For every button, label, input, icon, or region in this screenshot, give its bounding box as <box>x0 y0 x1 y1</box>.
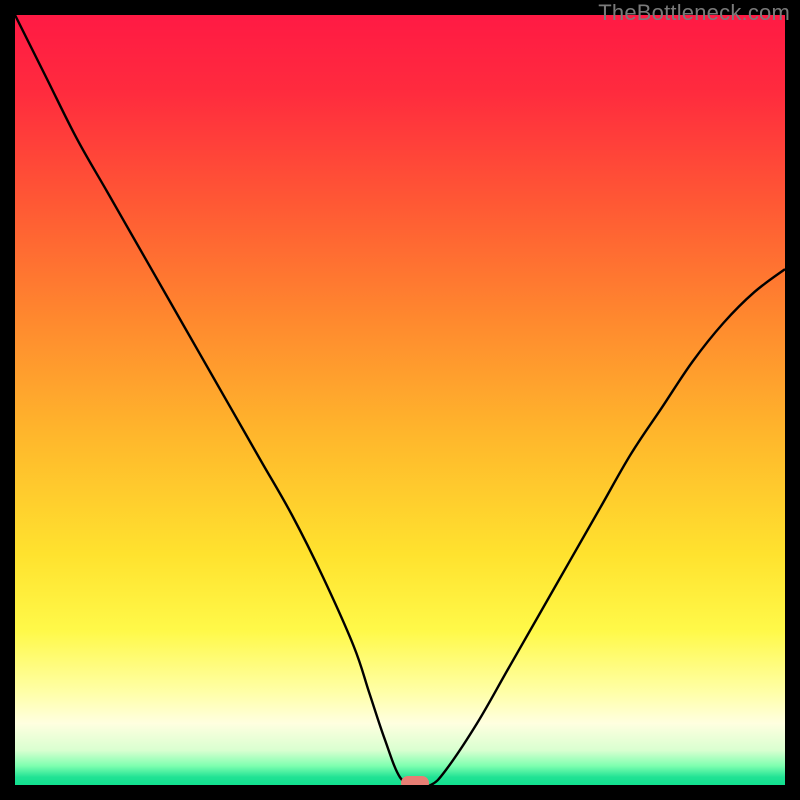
optimal-marker <box>401 776 429 785</box>
chart-svg <box>15 15 785 785</box>
chart-frame: TheBottleneck.com <box>0 0 800 800</box>
plot-area <box>15 15 785 785</box>
gradient-background <box>15 15 785 785</box>
watermark-text: TheBottleneck.com <box>598 0 790 26</box>
